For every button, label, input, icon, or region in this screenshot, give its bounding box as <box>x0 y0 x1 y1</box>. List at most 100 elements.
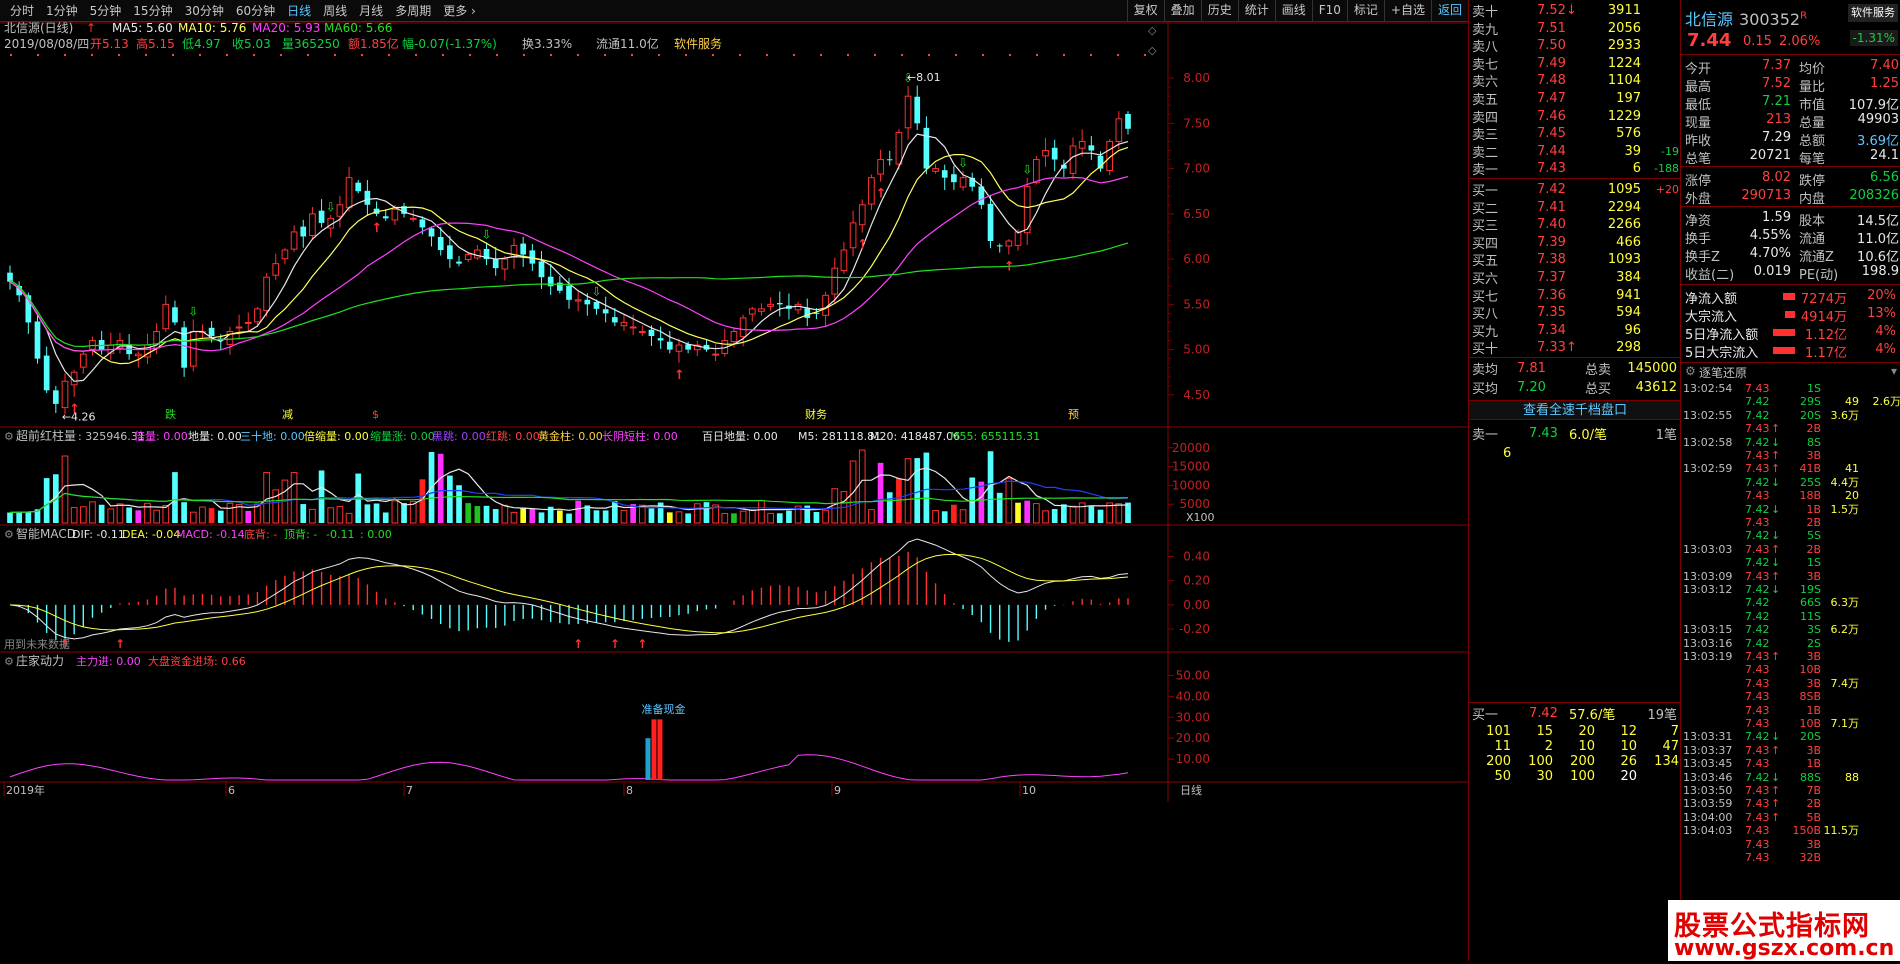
volume-bar <box>327 507 335 524</box>
diamond-icon: ◇ <box>1148 44 1157 57</box>
industry-badge[interactable]: 软件服务 <box>1848 4 1898 22</box>
ask-row[interactable]: 卖二 7.44 39 -19 <box>1469 142 1681 161</box>
queue-cell: 100 <box>1528 754 1553 769</box>
macd-legend: 底背: - <box>244 527 277 541</box>
tab-1[interactable]: 1分钟 <box>40 1 84 21</box>
macd-legend: : 0.00 <box>360 528 392 541</box>
volume-bar <box>1051 509 1058 523</box>
toolbar-btn-0[interactable]: 复权 <box>1126 0 1164 21</box>
tick-row: 13:03:03 7.43 ↑ 2B <box>1683 542 1821 556</box>
ob-level-label: 买六 <box>1472 272 1499 287</box>
ob-level-label: 卖八 <box>1472 40 1499 56</box>
bid-row[interactable]: 买八 7.35 594 <box>1469 303 1681 322</box>
zj-tick: 40.00 <box>1176 689 1210 703</box>
volume-bar <box>529 508 536 523</box>
zj-bar <box>651 719 657 780</box>
vol-tick: 15000 <box>1172 460 1210 474</box>
header-text: MA20: 5.93 <box>252 22 320 35</box>
tick-row: 13:03:09 7.43 ↑ 3B <box>1683 569 1821 583</box>
macd-buy-arrow-icon: ↑ <box>573 637 583 651</box>
volume-bar <box>877 462 884 523</box>
ask-row[interactable]: 卖五 7.47 197 <box>1469 89 1681 108</box>
volume-bar <box>70 507 78 524</box>
bid-row[interactable]: 买七 7.36 941 <box>1469 286 1681 305</box>
header-text: 2019/08/08/四 <box>4 37 89 51</box>
volume-bar <box>675 511 683 524</box>
tab-2[interactable]: 5分钟 <box>84 1 128 21</box>
tab-4[interactable]: 30分钟 <box>179 1 230 21</box>
ob-volume: 1104 <box>1607 73 1641 89</box>
candle-body <box>409 217 417 220</box>
candle-body <box>89 340 96 350</box>
ask-row[interactable]: 卖八 7.50 2933 <box>1469 36 1681 55</box>
tab-3[interactable]: 15分钟 <box>127 1 178 21</box>
queue-cell: 50 <box>1494 769 1511 784</box>
bid-row[interactable]: 买九 7.34 96 <box>1469 321 1681 340</box>
ask-row[interactable]: 卖六 7.48 1104 <box>1469 71 1681 90</box>
chart-area[interactable]: 北信源(日线) MA5: 5.60 MA10: 5.76 MA20: 5.93 MA60… <box>0 21 1468 961</box>
quote-value: 1.59 <box>1762 210 1791 225</box>
sell-arrow-icon: ⇩ <box>188 304 198 318</box>
quote-value: 107.9亿 <box>1848 98 1899 113</box>
header-text: 收5.03 <box>232 37 271 51</box>
bid-row[interactable]: 买五 7.38 1093 <box>1469 250 1681 269</box>
flow-pct: 4% <box>1875 342 1896 357</box>
quote-value: 24.1 <box>1870 148 1899 163</box>
settings-icon: ⚙ <box>4 430 14 443</box>
tick-row: 7.43 1B <box>1745 703 1821 717</box>
tab-7[interactable]: 周线 <box>317 1 353 21</box>
volume-bar <box>98 504 105 523</box>
candle-body <box>574 299 582 302</box>
toolbar-btn-4[interactable]: 画线 <box>1274 0 1312 21</box>
price-tick: 4.50 <box>1183 388 1210 402</box>
toolbar-btn-3[interactable]: 统计 <box>1237 0 1275 21</box>
ask-row[interactable]: 卖三 7.45 576 <box>1469 124 1681 143</box>
ask-row[interactable]: 卖四 7.46 1229 <box>1469 107 1681 126</box>
candle-body <box>1125 114 1131 129</box>
tab-0[interactable]: 分时 <box>4 1 40 21</box>
bid-row[interactable]: 买四 7.39 466 <box>1469 233 1681 252</box>
kline-chart[interactable]: 北信源(日线) MA5: 5.60 MA10: 5.76 MA20: 5.93 MA60… <box>0 21 1468 961</box>
candle-body <box>593 301 600 309</box>
tab-10[interactable]: 更多 › <box>437 1 482 21</box>
tick-row: 7.42 ↓ 1B 1.5万 <box>1745 502 1859 516</box>
ask-row[interactable]: 卖九 7.51 2056 <box>1469 19 1681 38</box>
toolbar-btn-7[interactable]: +自选 <box>1383 0 1431 21</box>
tab-9[interactable]: 多周期 <box>389 1 437 21</box>
zj-tick: 30.00 <box>1176 710 1210 724</box>
bid-row[interactable]: 买六 7.37 384 <box>1469 268 1681 287</box>
tab-8[interactable]: 月线 <box>353 1 389 21</box>
macd-legend: DEA: -0.04 <box>122 528 180 541</box>
toolbar-btn-8[interactable]: 返回 <box>1430 0 1468 21</box>
toolbar-btn-6[interactable]: 标记 <box>1346 0 1384 21</box>
volume-bar <box>620 509 628 524</box>
quote-label: 总笔 <box>1685 152 1712 167</box>
tick-header[interactable]: ⚙ 逐笔还原 ▾ <box>1681 364 1900 380</box>
tab-5[interactable]: 60分钟 <box>230 1 281 21</box>
sell-arrow-icon: ⇩ <box>1022 163 1032 177</box>
header-text: 开5.13 <box>90 37 129 51</box>
vol-tick: 10000 <box>1172 478 1210 492</box>
ask-row[interactable]: 卖七 7.49 1224 <box>1469 54 1681 73</box>
quote-value: 7.21 <box>1762 94 1791 109</box>
bid-row[interactable]: 买一 7.42 1095 +20 <box>1469 180 1681 199</box>
toolbar-btn-1[interactable]: 叠加 <box>1163 0 1201 21</box>
volume-bar <box>951 504 957 523</box>
candle-body <box>767 303 774 307</box>
candle-body <box>254 308 261 323</box>
queue-cell: 134 <box>1654 754 1679 769</box>
toolbar-btn-5[interactable]: F10 <box>1311 0 1347 21</box>
quote-value: 4.55% <box>1749 228 1791 243</box>
bid-row[interactable]: 买二 7.41 2294 <box>1469 198 1681 217</box>
ask-row[interactable]: 卖一 7.43 6 -188 <box>1469 159 1681 178</box>
toolbar-btn-2[interactable]: 历史 <box>1200 0 1238 21</box>
volume-bar <box>978 481 985 523</box>
full-depth-link[interactable]: 查看全速千档盘口 <box>1469 400 1681 420</box>
ask-row[interactable]: 卖十 7.52↓ 3911 <box>1469 1 1681 20</box>
x-tick: 2019年 <box>6 783 45 797</box>
marker-dot <box>712 54 714 56</box>
bid-row[interactable]: 买三 7.40 2266 <box>1469 215 1681 234</box>
bid-row[interactable]: 买十 7.33↑ 298 <box>1469 338 1681 357</box>
tab-6[interactable]: 日线 <box>281 1 317 21</box>
ob-volume: 2056 <box>1607 20 1641 36</box>
